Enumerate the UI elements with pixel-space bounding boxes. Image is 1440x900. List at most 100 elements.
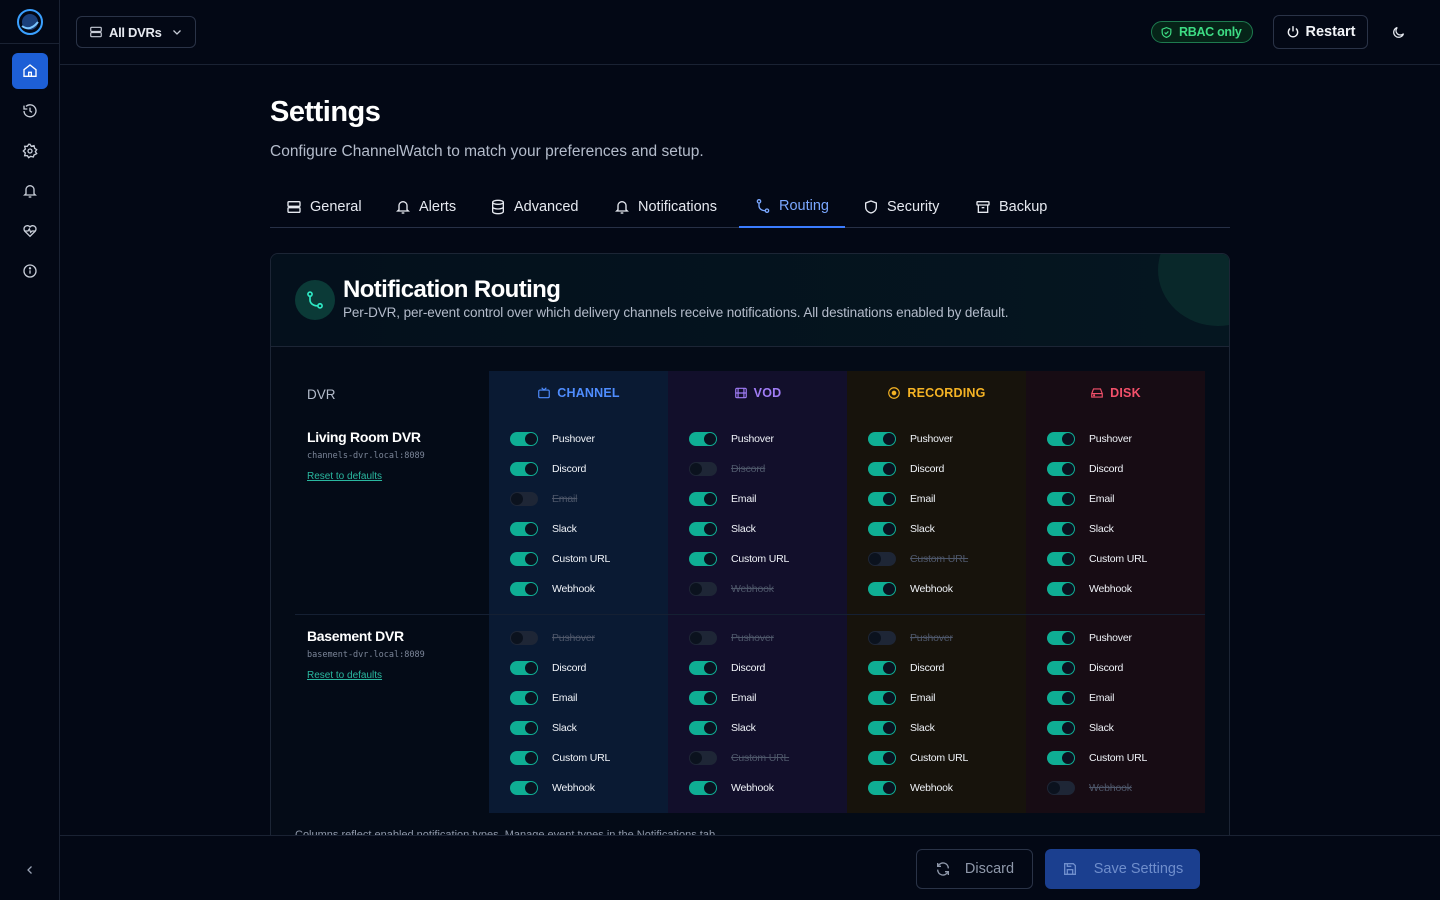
toggle-switch[interactable] [1047,631,1075,645]
toggle-switch[interactable] [868,631,896,645]
route-toggle-vod-pushover[interactable]: Pushover [689,431,774,447]
toggle-switch[interactable] [689,432,717,446]
toggle-switch[interactable] [868,492,896,506]
route-toggle-recording-custom-url[interactable]: Custom URL [868,551,968,567]
toggle-switch[interactable] [868,582,896,596]
toggle-switch[interactable] [689,552,717,566]
tab-security[interactable]: Security [847,186,955,228]
toggle-switch[interactable] [689,691,717,705]
route-toggle-channel-discord[interactable]: Discord [510,461,586,477]
toggle-switch[interactable] [510,751,538,765]
dvr-select[interactable]: All DVRs [76,16,196,48]
toggle-switch[interactable] [510,631,538,645]
toggle-switch[interactable] [510,661,538,675]
route-toggle-recording-webhook[interactable]: Webhook [868,780,953,796]
route-toggle-vod-discord[interactable]: Discord [689,660,765,676]
route-toggle-disk-slack[interactable]: Slack [1047,521,1114,537]
toggle-switch[interactable] [868,432,896,446]
route-toggle-recording-discord[interactable]: Discord [868,461,944,477]
route-toggle-channel-slack[interactable]: Slack [510,521,577,537]
route-toggle-recording-pushover[interactable]: Pushover [868,630,953,646]
toggle-switch[interactable] [689,631,717,645]
toggle-switch[interactable] [1047,721,1075,735]
route-toggle-recording-slack[interactable]: Slack [868,521,935,537]
reset-to-defaults-link[interactable]: Reset to defaults [307,471,382,482]
route-toggle-channel-email[interactable]: Email [510,690,577,706]
route-toggle-disk-slack[interactable]: Slack [1047,720,1114,736]
route-toggle-recording-pushover[interactable]: Pushover [868,431,953,447]
toggle-switch[interactable] [868,721,896,735]
toggle-switch[interactable] [510,582,538,596]
route-toggle-disk-custom-url[interactable]: Custom URL [1047,551,1147,567]
route-toggle-recording-slack[interactable]: Slack [868,720,935,736]
route-toggle-vod-webhook[interactable]: Webhook [689,780,774,796]
tab-notifications[interactable]: Notifications [598,186,733,228]
route-toggle-recording-custom-url[interactable]: Custom URL [868,750,968,766]
route-toggle-channel-custom-url[interactable]: Custom URL [510,551,610,567]
toggle-switch[interactable] [1047,691,1075,705]
sidebar-item-health[interactable] [12,213,48,249]
route-toggle-vod-email[interactable]: Email [689,690,756,706]
toggle-switch[interactable] [689,582,717,596]
toggle-switch[interactable] [868,691,896,705]
toggle-switch[interactable] [1047,432,1075,446]
toggle-switch[interactable] [689,462,717,476]
toggle-switch[interactable] [1047,492,1075,506]
toggle-switch[interactable] [868,552,896,566]
toggle-switch[interactable] [510,781,538,795]
toggle-switch[interactable] [689,522,717,536]
route-toggle-disk-custom-url[interactable]: Custom URL [1047,750,1147,766]
toggle-switch[interactable] [689,492,717,506]
theme-toggle-button[interactable] [1386,20,1410,44]
route-toggle-recording-email[interactable]: Email [868,491,935,507]
toggle-switch[interactable] [1047,781,1075,795]
tab-alerts[interactable]: Alerts [379,186,472,228]
toggle-switch[interactable] [510,462,538,476]
route-toggle-channel-slack[interactable]: Slack [510,720,577,736]
route-toggle-disk-pushover[interactable]: Pushover [1047,431,1132,447]
toggle-switch[interactable] [689,781,717,795]
route-toggle-recording-webhook[interactable]: Webhook [868,581,953,597]
sidebar-item-settings[interactable] [12,133,48,169]
toggle-switch[interactable] [868,462,896,476]
route-toggle-channel-webhook[interactable]: Webhook [510,581,595,597]
route-toggle-vod-slack[interactable]: Slack [689,521,756,537]
route-toggle-channel-custom-url[interactable]: Custom URL [510,750,610,766]
route-toggle-channel-pushover[interactable]: Pushover [510,630,595,646]
toggle-switch[interactable] [1047,582,1075,596]
reset-to-defaults-link[interactable]: Reset to defaults [307,670,382,681]
route-toggle-disk-email[interactable]: Email [1047,690,1114,706]
sidebar-item-alerts[interactable] [12,173,48,209]
toggle-switch[interactable] [1047,661,1075,675]
toggle-switch[interactable] [1047,552,1075,566]
sidebar-item-about[interactable] [12,253,48,289]
sidebar-item-home[interactable] [12,53,48,89]
tab-advanced[interactable]: Advanced [474,186,595,228]
route-toggle-disk-webhook[interactable]: Webhook [1047,581,1132,597]
tab-backup[interactable]: Backup [959,186,1063,228]
route-toggle-vod-webhook[interactable]: Webhook [689,581,774,597]
route-toggle-vod-slack[interactable]: Slack [689,720,756,736]
route-toggle-recording-discord[interactable]: Discord [868,660,944,676]
toggle-switch[interactable] [510,721,538,735]
route-toggle-disk-discord[interactable]: Discord [1047,660,1123,676]
toggle-switch[interactable] [868,661,896,675]
sidebar-item-history[interactable] [12,93,48,129]
toggle-switch[interactable] [510,552,538,566]
toggle-switch[interactable] [510,492,538,506]
route-toggle-channel-discord[interactable]: Discord [510,660,586,676]
collapse-sidebar-button[interactable] [16,858,44,882]
tab-general[interactable]: General [270,186,378,228]
route-toggle-vod-discord[interactable]: Discord [689,461,765,477]
toggle-switch[interactable] [868,751,896,765]
toggle-switch[interactable] [689,751,717,765]
toggle-switch[interactable] [689,721,717,735]
app-logo[interactable] [0,0,60,44]
route-toggle-disk-discord[interactable]: Discord [1047,461,1123,477]
toggle-switch[interactable] [1047,522,1075,536]
route-toggle-disk-email[interactable]: Email [1047,491,1114,507]
route-toggle-vod-pushover[interactable]: Pushover [689,630,774,646]
toggle-switch[interactable] [510,432,538,446]
route-toggle-channel-pushover[interactable]: Pushover [510,431,595,447]
route-toggle-disk-pushover[interactable]: Pushover [1047,630,1132,646]
